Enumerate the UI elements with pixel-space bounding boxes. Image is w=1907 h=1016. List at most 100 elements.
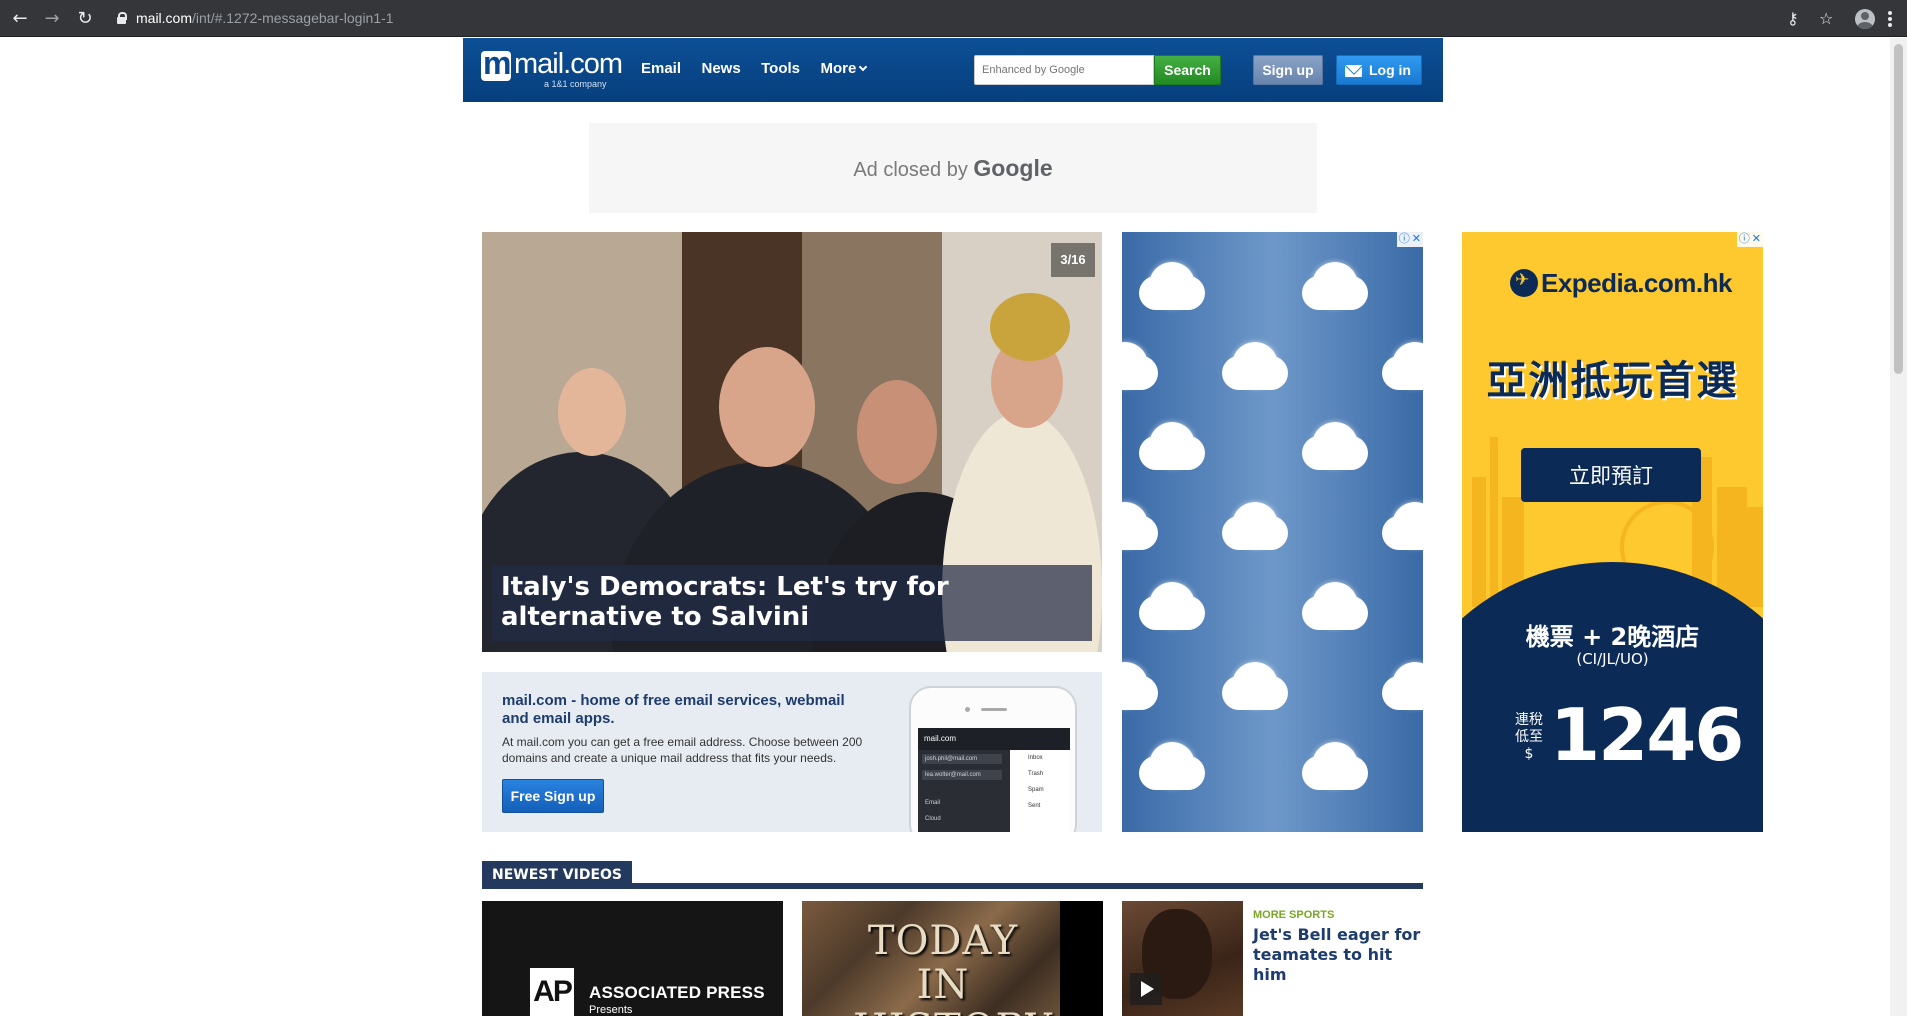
phone-folder: Trash xyxy=(1028,771,1044,777)
sports-thumbnail xyxy=(1122,901,1243,1016)
cloud-shape xyxy=(1122,342,1158,390)
phone-folder: Spam xyxy=(1028,787,1044,793)
cloud-pattern-ad[interactable]: ⓘ ✕ xyxy=(1122,232,1423,832)
nav-more-label: More xyxy=(820,60,857,77)
ad-closed-banner: Ad closed by Google xyxy=(589,123,1317,213)
newest-videos-header: NEWEST VIDEOS xyxy=(482,861,1423,889)
sports-kicker: MORE SPORTS xyxy=(1253,909,1335,921)
cloud-shape xyxy=(1122,662,1158,710)
cloud-shape xyxy=(1382,502,1423,550)
page-scrollbar[interactable] xyxy=(1890,38,1907,1016)
phone-account-row: lea.wolter@mail.com xyxy=(922,770,1002,780)
ad-choices-icon[interactable]: ⓘ ✕ xyxy=(1736,232,1763,247)
cloud-shape xyxy=(1382,342,1423,390)
sports-headline[interactable]: Jet's Bell eager for teamates to hit him xyxy=(1253,925,1423,985)
hero-headline[interactable]: Italy's Democrats: Let's try for alterna… xyxy=(492,565,1092,641)
cloud-shape xyxy=(1139,742,1205,790)
key-icon[interactable]: ⚷ xyxy=(1787,9,1799,29)
cloud-shape xyxy=(1382,662,1423,710)
cloud-shape xyxy=(1139,262,1205,310)
cloud-shape xyxy=(1222,662,1288,710)
back-arrow-icon[interactable]: ← xyxy=(10,9,30,29)
profile-avatar-icon[interactable] xyxy=(1855,9,1875,29)
book-now-button[interactable]: 立即預訂 xyxy=(1521,448,1701,502)
search-button[interactable]: Search xyxy=(1154,55,1221,85)
phone-folder-panel: Inbox Trash Spam Sent xyxy=(1010,750,1070,832)
cloud-shape xyxy=(1122,502,1158,550)
slide-counter: 3/16 xyxy=(1051,243,1095,277)
expedia-airlines: (CI/JL/UO) xyxy=(1576,650,1649,668)
url-domain: mail.com xyxy=(136,10,193,26)
phone-illustration: mail.com josh.phil@mail.com lea.wolter@m… xyxy=(909,686,1077,832)
site-header: mail.com a 1&1 company Email News Tools … xyxy=(463,38,1443,102)
mailcom-logo[interactable]: mail.com a 1&1 company xyxy=(481,45,623,92)
promo-title: mail.com - home of free email services, … xyxy=(502,692,845,727)
newest-videos-title: NEWEST VIDEOS xyxy=(482,861,633,889)
cloud-shape xyxy=(1139,422,1205,470)
cloud-shape xyxy=(1302,262,1368,310)
ad-closed-text: Ad closed by xyxy=(853,159,968,181)
news-slider[interactable]: 3/16 Italy's Democrats: Let's try for al… xyxy=(482,232,1102,652)
lock-icon xyxy=(116,12,127,24)
expedia-offer-line: 機票 + 2晚酒店 xyxy=(1525,623,1700,651)
ap-logo: AP xyxy=(530,968,574,1016)
promo-body: At mail.com you can get a free email add… xyxy=(502,735,863,765)
logo-wordmark: mail.com xyxy=(514,48,623,80)
nav-news[interactable]: News xyxy=(701,60,740,77)
free-sign-up-button[interactable]: Free Sign up xyxy=(502,779,604,813)
cloud-shape xyxy=(1302,422,1368,470)
phone-menu-row: Cloud xyxy=(925,816,941,822)
sign-up-button[interactable]: Sign up xyxy=(1253,55,1323,85)
ad-choices-icon[interactable]: ⓘ ✕ xyxy=(1396,232,1423,247)
play-icon[interactable] xyxy=(1130,973,1162,1005)
cloud-shape xyxy=(1139,582,1205,630)
chevron-down-icon xyxy=(859,62,868,72)
cloud-shape xyxy=(1222,342,1288,390)
ad-close-icon[interactable]: ✕ xyxy=(1752,233,1761,245)
main-nav: Email News Tools More xyxy=(641,60,882,80)
video-tile-ap[interactable]: AP ASSOCIATED PRESS Presents xyxy=(482,901,783,1016)
phone-menu-row: Email xyxy=(925,800,941,806)
phone-app-title: mail.com xyxy=(918,728,1070,750)
video-tile-today-in-history[interactable]: TODAY IN HISTORY xyxy=(802,901,1103,1016)
address-bar[interactable]: mail.com/int/#.1272-messagebar-login1-1 xyxy=(116,6,1766,31)
page-content: mail.com a 1&1 company Email News Tools … xyxy=(463,38,1443,1016)
ad-close-icon[interactable]: ✕ xyxy=(1412,233,1421,245)
signup-promo: mail.com - home of free email services, … xyxy=(482,672,1102,832)
logo-tagline: a 1&1 company xyxy=(544,79,607,89)
google-wordmark: Google xyxy=(973,155,1053,181)
phone-camera xyxy=(965,707,970,712)
cloud-shape xyxy=(1302,582,1368,630)
phone-folder: Sent xyxy=(1028,803,1041,809)
phone-screen: mail.com josh.phil@mail.com lea.wolter@m… xyxy=(918,728,1070,832)
phone-speaker xyxy=(981,708,1007,711)
expedia-ad[interactable]: Expedia.com.hk 亞洲抵玩首選 立即預訂 機票 + 2晚酒店 (CI… xyxy=(1462,232,1763,832)
forward-arrow-icon[interactable]: → xyxy=(42,9,62,29)
scrollbar-thumb[interactable] xyxy=(1894,44,1903,374)
star-icon[interactable]: ☆ xyxy=(1819,9,1833,29)
history-title: TODAY IN HISTORY xyxy=(853,918,1052,1016)
logo-mark-icon xyxy=(481,45,511,82)
reload-icon[interactable]: ↻ xyxy=(75,9,95,29)
phone-account-row: josh.phil@mail.com xyxy=(922,754,1002,764)
plane-icon xyxy=(1510,269,1538,297)
nav-more[interactable]: More xyxy=(820,60,868,77)
search-input[interactable] xyxy=(974,55,1154,85)
envelope-icon xyxy=(1345,65,1362,77)
cloud-shape xyxy=(1222,502,1288,550)
expedia-headline: 亞洲抵玩首選 xyxy=(1486,358,1739,404)
cloud-shape xyxy=(1302,742,1368,790)
phone-folder: Inbox xyxy=(1028,755,1043,761)
nav-tools[interactable]: Tools xyxy=(761,60,800,77)
url-path: /int/#.1272-messagebar-login1-1 xyxy=(192,10,394,26)
expedia-brand-text: Expedia.com.hk xyxy=(1541,268,1732,298)
ap-name: ASSOCIATED PRESS xyxy=(589,983,765,1002)
nav-email[interactable]: Email xyxy=(641,60,681,77)
video-tile-sports[interactable]: MORE SPORTS Jet's Bell eager for teamate… xyxy=(1122,901,1423,1016)
log-in-button[interactable]: Log in xyxy=(1336,55,1422,85)
expedia-logo: Expedia.com.hk xyxy=(1510,268,1732,299)
browser-toolbar: ← → ↻ mail.com/int/#.1272-messagebar-log… xyxy=(0,0,1907,37)
browser-menu-icon[interactable] xyxy=(1888,11,1892,27)
expedia-tax-note: 連稅低至$ xyxy=(1515,712,1543,762)
ap-presents: Presents xyxy=(589,1004,633,1016)
